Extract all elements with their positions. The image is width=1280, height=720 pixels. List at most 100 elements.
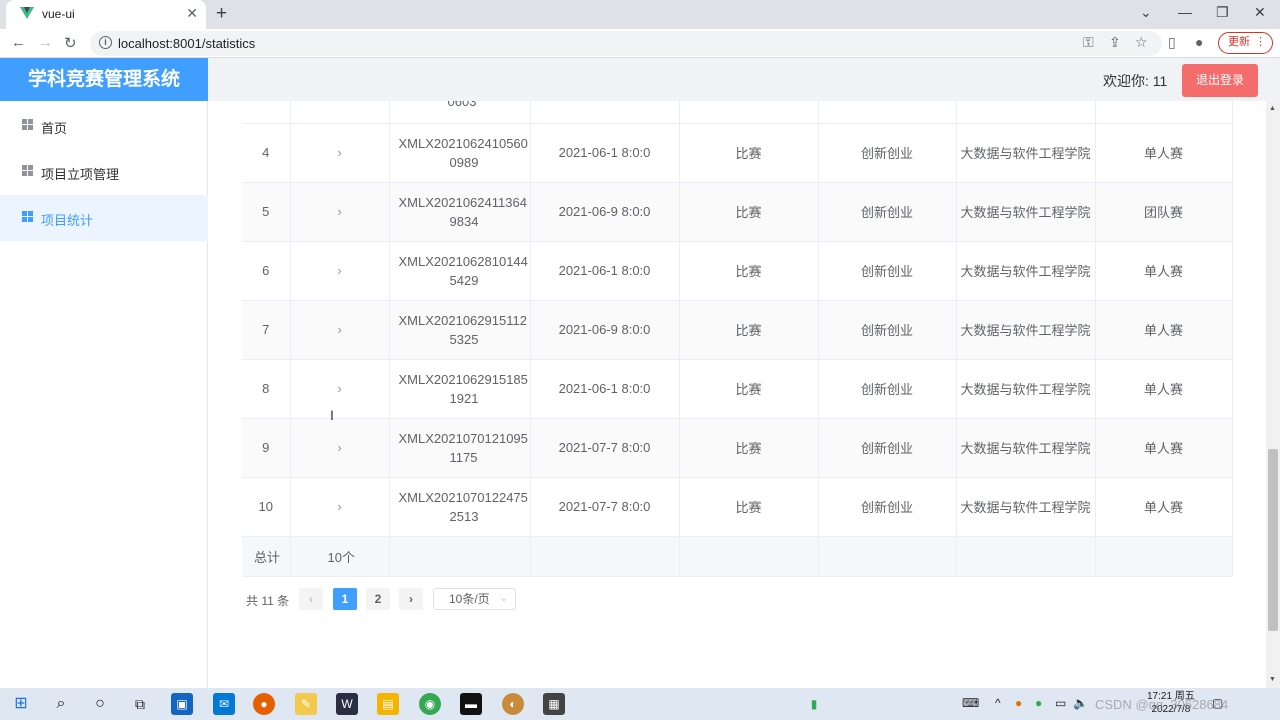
scroll-down-icon[interactable]: ▼ <box>1269 676 1276 683</box>
page-1-button[interactable]: 1 <box>333 588 357 610</box>
tray-expand-icon[interactable]: ^ <box>995 696 1001 710</box>
tray-app-icon[interactable]: ● <box>1015 696 1022 710</box>
tab-search-icon[interactable]: ⌄ <box>1140 4 1152 21</box>
cell-category: 创新创业 <box>818 182 957 242</box>
sidebar-item-statistics[interactable]: 项目统计 <box>0 195 208 241</box>
browser-tab-bar: vue-ui ✕ + ⌄ — ❐ ✕ <box>0 0 1280 29</box>
scrollbar-thumb[interactable] <box>1268 449 1278 631</box>
cell-mode: 单人赛 <box>1095 359 1233 419</box>
firefox-icon[interactable]: ● <box>253 693 275 715</box>
forward-icon[interactable]: → <box>38 34 53 51</box>
chevron-right-icon[interactable]: › <box>337 145 341 160</box>
chevron-down-icon: ⌄ <box>499 593 508 604</box>
cell-mode: 单人赛 <box>1095 241 1233 301</box>
cell-mode: 单人赛 <box>1095 300 1233 360</box>
welcome-text: 欢迎你: 11 <box>1103 73 1168 89</box>
code-line-1: XMLX2021062410560 <box>398 135 528 151</box>
search-icon[interactable]: ⌕ <box>50 693 72 715</box>
side-panel-icon[interactable]: ▯ <box>1168 34 1176 51</box>
keyboard-icon[interactable]: ⌨ <box>962 696 979 710</box>
chevron-right-icon[interactable]: › <box>337 499 341 514</box>
vue-logo-icon <box>20 7 34 19</box>
cell-type: 比赛 <box>679 241 819 301</box>
prev-page-button[interactable]: ‹ <box>299 588 323 610</box>
page-size-select[interactable]: 10条/页 ⌄ <box>433 588 516 610</box>
terminal-icon[interactable]: ▬ <box>460 693 482 715</box>
close-tab-icon[interactable]: ✕ <box>186 5 198 22</box>
sidebar-item-project-approval[interactable]: 项目立项管理 <box>0 149 208 195</box>
notes-icon[interactable]: ✎ <box>295 693 317 715</box>
file-explorer-icon[interactable]: ▤ <box>377 693 399 715</box>
restore-icon[interactable]: ❐ <box>1216 4 1229 21</box>
cell-index: 4 <box>242 123 291 183</box>
expand-row: › <box>290 182 390 242</box>
bookmark-star-icon[interactable]: ☆ <box>1135 34 1148 51</box>
cell-code: XMLX2021070121095 1175 <box>389 418 531 478</box>
update-button[interactable]: 更新 ⋮ <box>1218 32 1273 54</box>
key-icon[interactable]: ⚿ <box>1083 34 1094 51</box>
next-page-button[interactable]: › <box>399 588 423 610</box>
share-icon[interactable]: ⇪ <box>1109 34 1121 51</box>
code-line-2: 5325 <box>449 331 479 347</box>
close-window-icon[interactable]: ✕ <box>1254 4 1266 21</box>
store-icon[interactable]: ▣ <box>171 693 193 715</box>
sidebar-item-home[interactable]: 首页 <box>0 103 208 149</box>
app-header: 欢迎你: 11 退出登录 <box>208 58 1280 101</box>
jetbrains-icon[interactable]: W <box>336 693 358 715</box>
cell-mode: 单人赛 <box>1095 418 1233 478</box>
profile-icon[interactable]: ● <box>1195 34 1203 50</box>
network-icon[interactable]: ▭ <box>1055 696 1066 710</box>
page-2-button[interactable]: 2 <box>366 588 390 610</box>
code-line-2: 9834 <box>449 213 479 229</box>
code-line-2: 1175 <box>449 449 478 465</box>
scroll-up-icon[interactable]: ▲ <box>1269 105 1276 112</box>
new-tab-icon[interactable]: + <box>216 3 227 25</box>
cell-type: 比赛 <box>679 182 819 242</box>
page-scrollbar[interactable]: ▲ ▼ <box>1266 101 1280 688</box>
code-line-1: XMLX2021062411364 <box>398 194 527 210</box>
expand-row: › <box>290 123 390 183</box>
sidebar: 学科竞赛管理系统 首页 项目立项管理 项目统计 <box>0 58 208 688</box>
address-bar[interactable]: i localhost:8001/statistics <box>90 31 1162 56</box>
windows-start-icon[interactable]: ⊞ <box>10 693 32 715</box>
chevron-right-icon[interactable]: › <box>337 204 341 219</box>
tray-app2-icon[interactable]: ● <box>1035 696 1042 710</box>
cell-category: 创新创业 <box>818 300 957 360</box>
browser-toolbar: ← → ↻ i localhost:8001/statistics ⚿ ⇪ ☆ … <box>0 29 1280 58</box>
browser-tab[interactable]: vue-ui ✕ <box>6 0 206 29</box>
chevron-right-icon[interactable]: › <box>337 263 341 278</box>
cell-date: 2021-06-1 8:0:0 <box>530 359 680 419</box>
grid-icon <box>22 211 33 222</box>
cell-college: 大数据与软件工程学院 <box>956 359 1096 419</box>
url-text[interactable]: localhost:8001/statistics <box>118 36 255 51</box>
logout-button[interactable]: 退出登录 <box>1182 64 1258 97</box>
table-row: 10 › XMLX2021070122475 2513 2021-07-7 8:0:0 比… <box>242 477 1233 537</box>
chevron-right-icon[interactable]: › <box>337 440 341 455</box>
cell-index: 7 <box>242 300 291 360</box>
chevron-right-icon[interactable]: › <box>337 381 341 396</box>
site-info-icon[interactable]: i <box>99 36 112 49</box>
tool-icon[interactable]: ▦ <box>543 693 565 715</box>
cell-index: 6 <box>242 241 291 301</box>
code-line-2: 5429 <box>449 272 479 288</box>
app-title: 学科竞赛管理系统 <box>0 58 208 101</box>
watermark: CSDN @qq_30628684 <box>1095 697 1229 712</box>
volume-icon[interactable]: 🔈 <box>1073 696 1088 710</box>
grid-icon <box>22 119 33 130</box>
reload-icon[interactable]: ↻ <box>64 34 77 52</box>
cortana-icon[interactable]: ○ <box>89 693 111 715</box>
code-line-2: 0989 <box>449 154 479 170</box>
code-line-1: XMLX2021062810144 <box>398 253 528 269</box>
mail-icon[interactable]: ✉ <box>213 693 235 715</box>
chrome-icon[interactable]: ◉ <box>419 693 441 715</box>
cell-date: 2021-06-1 8:0:0 <box>530 241 680 301</box>
back-icon[interactable]: ← <box>11 34 26 51</box>
cell-code: XMLX2021070122475 2513 <box>389 477 531 537</box>
expand-row: › <box>290 359 390 419</box>
minimize-icon[interactable]: — <box>1178 4 1192 20</box>
chevron-right-icon[interactable]: › <box>337 322 341 337</box>
battery-icon[interactable]: ▮ <box>803 693 825 715</box>
app-icon[interactable]: ◐ <box>502 693 524 715</box>
cell-date: 2021-06-1 8:0:0 <box>530 123 680 183</box>
task-view-icon[interactable]: ⧉ <box>129 693 151 715</box>
